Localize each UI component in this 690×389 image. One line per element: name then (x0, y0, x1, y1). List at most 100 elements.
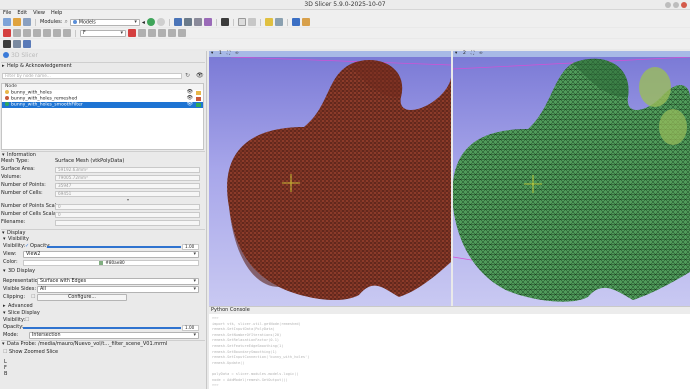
clipping-checkbox[interactable]: ☐ (31, 294, 35, 301)
visibility-row: Visibility: ✓ Opacity: 1.00 (1, 243, 205, 250)
markup-point-icon[interactable] (264, 18, 273, 26)
display3d-section[interactable]: 3D Display (2, 268, 206, 274)
color-swatch[interactable] (196, 91, 201, 95)
markups-toolbar: F (0, 28, 690, 38)
points-label: Number of Points: (1, 182, 46, 188)
representation-selector[interactable]: Surface with Edges (37, 278, 199, 285)
console-title: Python Console (209, 307, 690, 314)
layout-icon[interactable] (173, 18, 182, 26)
undo-icon[interactable] (158, 29, 166, 37)
display-section[interactable]: Display (1, 229, 205, 236)
clear-icon[interactable] (178, 29, 186, 37)
plane-icon[interactable] (43, 29, 51, 37)
refresh-icon[interactable]: ↻ (185, 72, 190, 79)
reload-icon[interactable] (156, 18, 165, 26)
python-icon[interactable] (291, 18, 300, 26)
crosshair-icon[interactable] (247, 18, 256, 26)
angle-icon[interactable] (23, 29, 31, 37)
expand-icon[interactable]: ▾ (127, 197, 129, 202)
opacity-value[interactable]: 1.00 (182, 243, 199, 250)
dcm-icon[interactable] (13, 18, 21, 26)
representation-row: Representation: Surface with Edges (1, 278, 205, 285)
link-icon[interactable] (23, 40, 31, 48)
points-scalars-row: Number of Points Scalars: 0 (1, 203, 205, 210)
help-section[interactable]: Help & Acknowledgement (1, 62, 205, 69)
maximize-button[interactable] (673, 2, 679, 8)
slice-opacity-label: Opacity: (3, 324, 24, 330)
model-icon (5, 102, 9, 106)
surface-area-label: Surface Area: (1, 166, 35, 172)
slice-opacity-value[interactable]: 1.00 (182, 324, 199, 331)
scene-item-0[interactable]: bunny_with_holes 👁 (2, 89, 203, 96)
back-arrow-icon[interactable]: ◂ (142, 19, 145, 26)
lock-icon[interactable] (138, 29, 146, 37)
grid-icon[interactable] (220, 18, 229, 26)
delete-icon[interactable] (128, 29, 136, 37)
module-selector[interactable]: Models (69, 18, 140, 26)
console-line: remesh.SetInputConnection('bunny_with_ho… (212, 355, 310, 360)
visibility-toggle-icon[interactable] (148, 29, 156, 37)
menu-edit[interactable]: Edit (17, 10, 27, 17)
eye-icon[interactable]: 👁 (196, 72, 204, 79)
view1-3d[interactable] (209, 57, 451, 306)
menu-view[interactable]: View (33, 10, 45, 17)
opacity-slider-fill[interactable] (47, 245, 181, 248)
color-swatch[interactable] (196, 103, 201, 107)
view2-3d[interactable] (453, 57, 690, 306)
line-icon[interactable] (13, 29, 21, 37)
mesh-type-value: Surface Mesh (vtkPolyData) (55, 158, 125, 164)
view-icon[interactable] (183, 18, 192, 26)
extensions-icon[interactable] (301, 18, 310, 26)
view-row: View: View2 (1, 251, 205, 258)
minimize-button[interactable] (665, 2, 671, 8)
menu-help[interactable]: Help (51, 10, 62, 17)
python-console[interactable]: Python Console >>> import vtk, slicer.uti… (209, 306, 690, 389)
visibility-checkbox[interactable]: ✓ (25, 243, 29, 250)
scene-tree[interactable]: Node bunny_with_holes 👁 bunny_with_holes… (1, 83, 204, 150)
slice-mode-selector[interactable]: Intersection (29, 332, 199, 339)
save-icon[interactable] (23, 18, 31, 26)
slice-icon[interactable] (193, 18, 202, 26)
scene-item-1[interactable]: bunny_with_holes_remeshed 👁 (2, 95, 203, 102)
slice-visibility-checkbox[interactable]: ☐ (25, 317, 29, 324)
window-title: 3D Slicer 5.9.0-2025-10-07 (0, 0, 690, 10)
place-icon[interactable] (3, 29, 11, 37)
slice-opacity-slider[interactable] (23, 326, 181, 329)
slice-display-section[interactable]: Slice Display (2, 310, 206, 316)
information-section[interactable]: Information (1, 151, 205, 158)
menu-file[interactable]: File (3, 10, 11, 17)
screenshot-icon[interactable] (3, 40, 11, 48)
markup-node-selector[interactable]: F (80, 29, 126, 37)
curve-icon[interactable] (33, 29, 41, 37)
close-button[interactable] (681, 2, 687, 8)
slice-mode-row: Mode: Intersection (1, 332, 205, 339)
view-selector[interactable]: View2 (23, 251, 199, 258)
ruler-icon[interactable] (63, 29, 71, 37)
forward-icon[interactable] (146, 18, 155, 26)
eye-icon[interactable]: 👁 (187, 101, 193, 108)
roi-icon[interactable] (53, 29, 61, 37)
visibility-section[interactable]: Visibility (2, 236, 206, 242)
probe-b: B (4, 371, 8, 377)
color-swatch[interactable] (196, 97, 201, 101)
configure-button[interactable]: Configure... (37, 294, 127, 301)
show-zoomed-checkbox[interactable]: ☐ (3, 349, 7, 356)
settings-icon[interactable] (13, 40, 21, 48)
search-icon[interactable]: ⌕ (64, 18, 67, 26)
visible-sides-selector[interactable]: All (37, 286, 199, 293)
scene-item-2[interactable]: bunny_with_holes_smoothFilter 👁 (2, 101, 203, 108)
pointer-icon[interactable] (237, 18, 246, 26)
bunny-model-smoothed (453, 57, 690, 302)
console-line: node = AddModel(remesh.GetOutput()) (212, 377, 288, 382)
color-picker[interactable]: #80ae80 (23, 259, 199, 266)
slicer-logo: 3D Slicer (2, 52, 42, 59)
volume-icon[interactable] (203, 18, 212, 26)
data-probe-section[interactable]: Data Probe: /media/mauro/Nuevo_vol/t..._… (1, 340, 205, 347)
advanced-section[interactable]: Advanced (2, 303, 206, 309)
volume-value: 79005.72mm³ (55, 174, 200, 181)
markup-list-icon[interactable] (274, 18, 283, 26)
data-icon[interactable] (3, 18, 11, 26)
cells-scalars-label: Number of Cells Scalars: (1, 211, 63, 217)
filter-input[interactable]: Filter by node name... (2, 72, 182, 79)
trash-icon[interactable] (168, 29, 176, 37)
